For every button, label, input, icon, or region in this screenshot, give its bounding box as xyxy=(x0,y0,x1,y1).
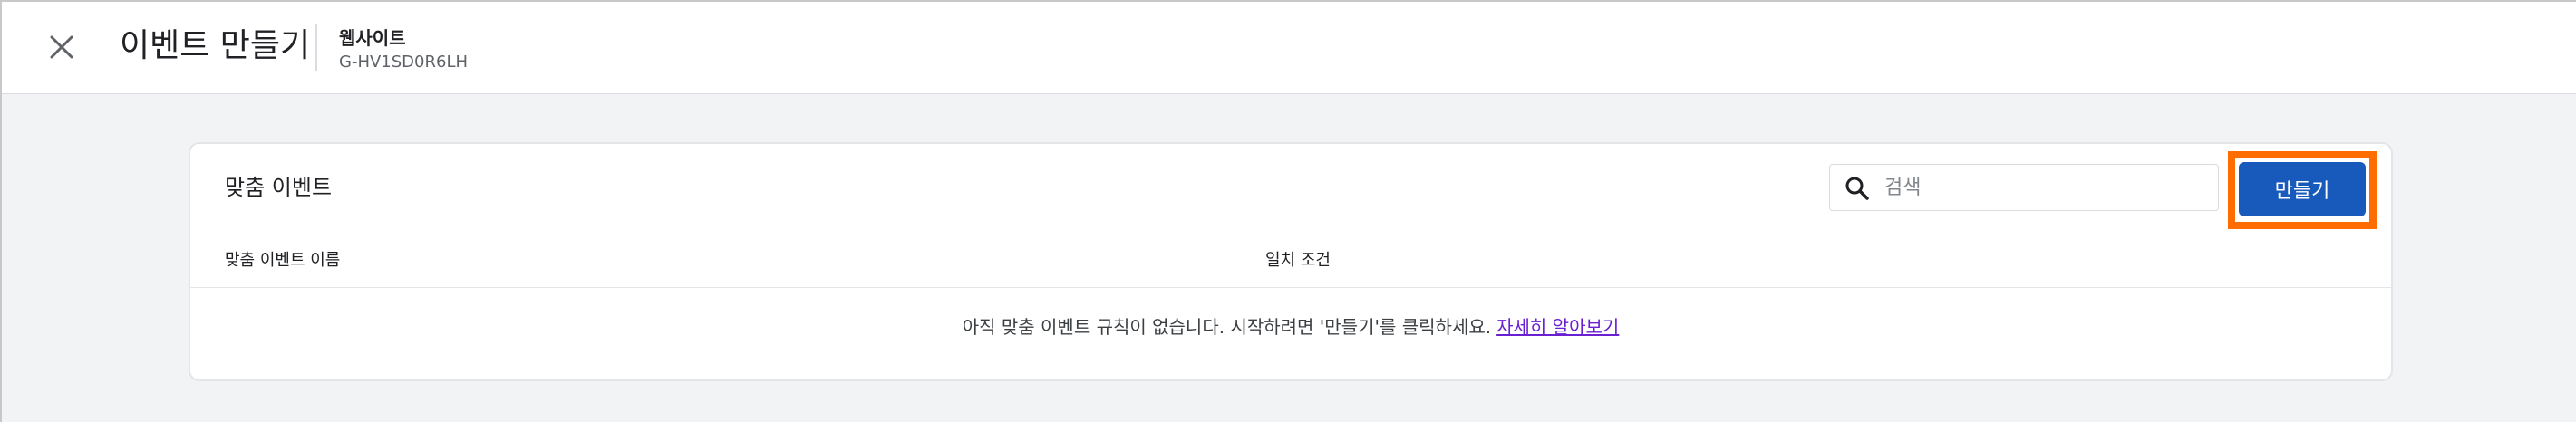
table-divider xyxy=(190,287,2391,288)
column-header-event-name: 맞춤 이벤트 이름 xyxy=(225,251,341,270)
empty-state-row: 아직 맞춤 이벤트 규칙이 없습니다. 시작하려면 '만들기'를 클릭하세요. 자… xyxy=(190,312,2391,339)
card-title: 맞춤 이벤트 xyxy=(225,175,333,200)
page-title: 이벤트 만들기 xyxy=(120,27,311,64)
learn-more-link[interactable]: 자세히 알아보기 xyxy=(1496,316,1619,338)
close-icon xyxy=(50,35,73,59)
property-name: 웹사이트 xyxy=(339,27,406,49)
custom-events-card: 맞춤 이벤트 만들기 맞춤 이벤트 이름 일치 조건 아직 맞춤 이벤트 규칙이… xyxy=(189,142,2393,381)
create-button[interactable]: 만들기 xyxy=(2239,162,2366,216)
top-bar: 이벤트 만들기 웹사이트 G-HV1SD0R6LH xyxy=(2,2,2576,94)
search-input[interactable] xyxy=(1884,165,2211,210)
empty-state-message: 아직 맞춤 이벤트 규칙이 없습니다. 시작하려면 '만들기'를 클릭하세요. xyxy=(962,316,1492,338)
search-icon xyxy=(1845,177,1869,200)
column-header-match-condition: 일치 조건 xyxy=(1265,251,1331,270)
page: 이벤트 만들기 웹사이트 G-HV1SD0R6LH 맞춤 이벤트 만들기 맞춤 … xyxy=(0,0,2576,422)
property-id: G-HV1SD0R6LH xyxy=(339,53,469,72)
title-divider xyxy=(315,24,317,71)
close-button[interactable] xyxy=(42,27,82,67)
search-box[interactable] xyxy=(1829,164,2219,211)
